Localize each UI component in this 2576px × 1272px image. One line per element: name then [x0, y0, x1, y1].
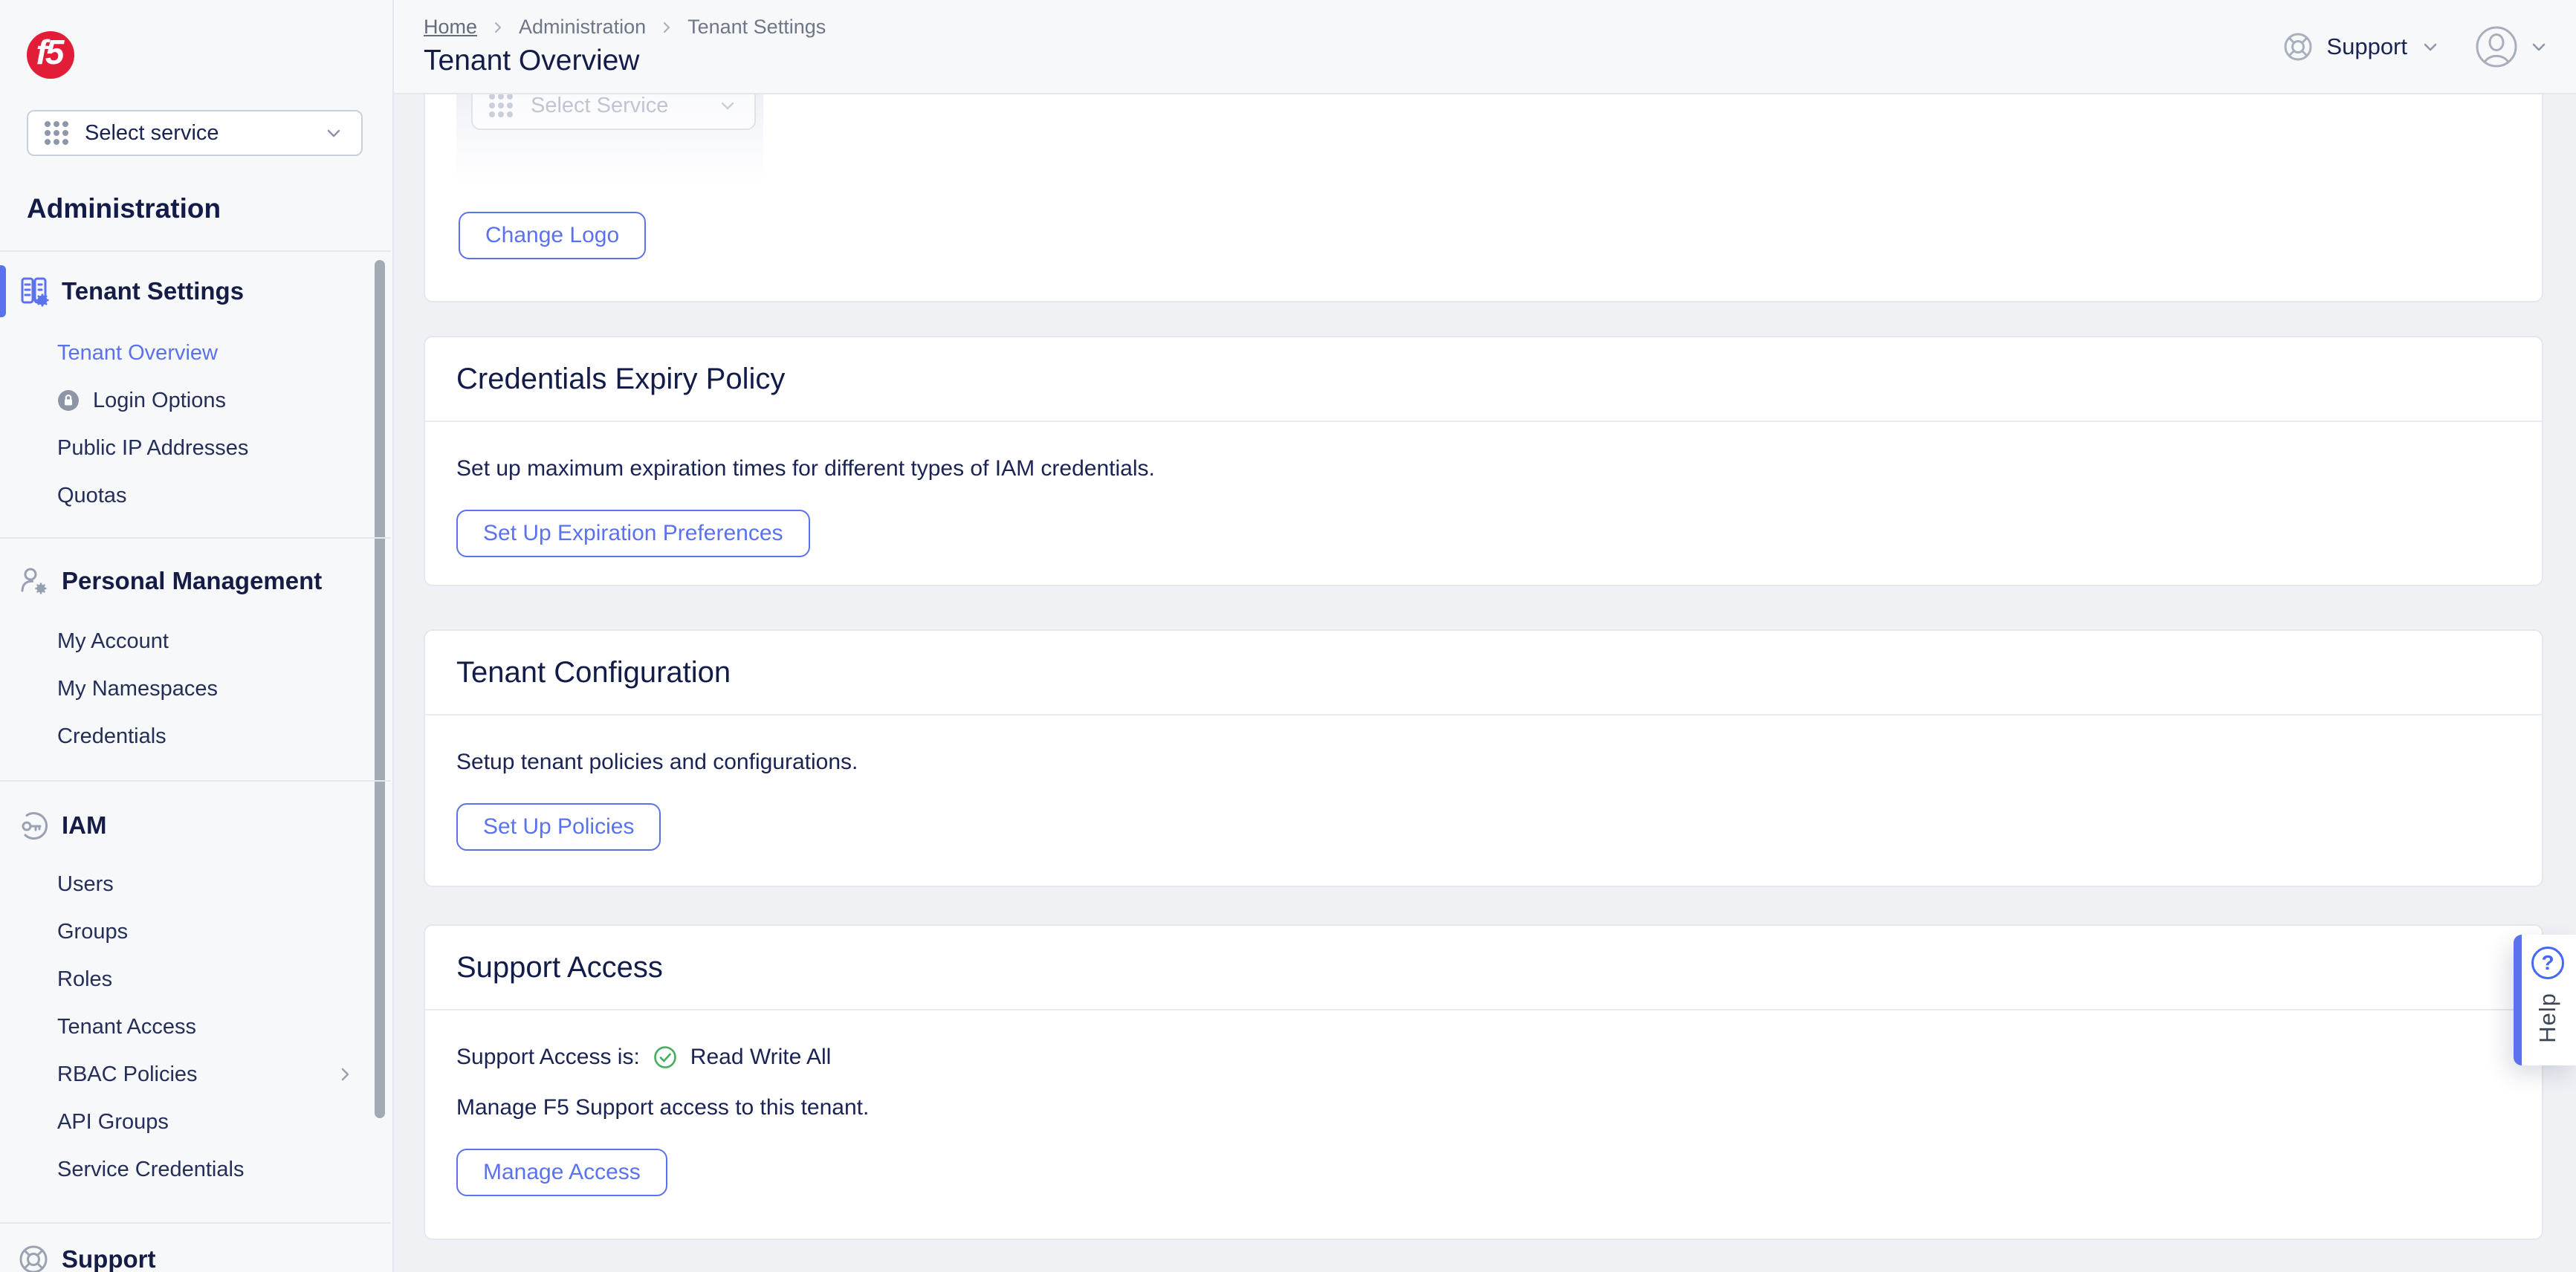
status-value: Read Write All [690, 1045, 832, 1069]
tenant-configuration-card: Tenant Configuration Setup tenant polici… [424, 629, 2543, 887]
sidebar-item-groups[interactable]: Groups [0, 908, 391, 955]
topbar-left: Home Administration Tenant Settings Tena… [424, 16, 826, 77]
card-title: Tenant Configuration [425, 631, 2542, 716]
account-menu[interactable] [2475, 25, 2549, 68]
sidebar-item-label: My Account [57, 629, 169, 653]
avatar-icon [2476, 26, 2517, 67]
sidebar-item-label: Users [57, 872, 114, 896]
chevron-down-icon [721, 102, 734, 110]
divider [0, 250, 391, 252]
breadcrumb-tenant-settings: Tenant Settings [687, 16, 826, 38]
topbar-right: Support [2282, 25, 2549, 68]
logo-preview-label: Select Service [531, 94, 669, 117]
breadcrumb: Home Administration Tenant Settings [424, 16, 826, 39]
service-select-label: Select service [85, 120, 219, 145]
help-tab[interactable]: ? Help [2514, 935, 2576, 1065]
check-circle-icon [653, 1046, 676, 1068]
support-menu[interactable]: Support [2282, 31, 2441, 62]
support-access-card: Support Access Support Access is: Read W… [424, 924, 2543, 1240]
logo-card: Select Service Change Logo [424, 94, 2543, 302]
chevron-down-icon [2424, 43, 2437, 51]
sidebar-item-label: Roles [57, 967, 113, 991]
sidebar-item-credentials[interactable]: Credentials [0, 713, 391, 760]
divider [0, 780, 391, 782]
topbar: Home Administration Tenant Settings Tena… [394, 0, 2576, 94]
chevron-right-icon [494, 22, 502, 33]
lifebuoy-icon [2284, 33, 2312, 60]
support-access-status-row: Support Access is: Read Write All [456, 1045, 2511, 1070]
sidebar-nav-title: Administration [27, 193, 221, 224]
page-title: Tenant Overview [424, 45, 640, 77]
sidebar-item-label: Tenant Access [57, 1014, 196, 1039]
grid-icon [45, 121, 68, 145]
credentials-expiry-card: Credentials Expiry Policy Set up maximum… [424, 336, 2543, 586]
sidebar-item-roles[interactable]: Roles [0, 955, 391, 1003]
card-title: Credentials Expiry Policy [425, 337, 2542, 422]
sidebar-section-label: IAM [62, 811, 107, 839]
chevron-down-icon [2532, 43, 2546, 51]
divider [0, 537, 391, 539]
support-menu-label: Support [2326, 33, 2407, 59]
sidebar-item-label: RBAC Policies [57, 1062, 198, 1086]
breadcrumb-administration[interactable]: Administration [519, 16, 646, 39]
sidebar-item-tenant-overview[interactable]: Tenant Overview [0, 329, 391, 377]
set-up-expiration-preferences-button[interactable]: Set Up Expiration Preferences [456, 510, 810, 557]
sidebar-section-iam[interactable]: IAM [0, 799, 391, 851]
service-select-dropdown[interactable]: Select service [27, 110, 363, 156]
manage-access-button[interactable]: Manage Access [456, 1149, 667, 1196]
f5-logo-text: f5 [36, 33, 65, 71]
sidebar-item-login-options[interactable]: Login Options [0, 377, 391, 424]
chevron-right-icon [334, 1064, 355, 1085]
sidebar-item-label: Quotas [57, 483, 127, 507]
sidebar-item-my-account[interactable]: My Account [0, 617, 391, 665]
sidebar-nav: Tenant Settings Tenant Overview Login Op… [0, 250, 391, 1272]
sidebar-item-public-ip-addresses[interactable]: Public IP Addresses [0, 424, 391, 472]
change-logo-button[interactable]: Change Logo [459, 212, 647, 259]
sidebar-item-tenant-access[interactable]: Tenant Access [0, 1003, 391, 1051]
chevron-down-icon [327, 129, 340, 137]
sidebar-item-quotas[interactable]: Quotas [0, 472, 391, 519]
card-title: Support Access [425, 926, 2542, 1010]
main-content: Select Service Change Logo Credentials E… [394, 94, 2576, 1272]
sidebar-section-support[interactable]: Support [0, 1233, 391, 1272]
sidebar-item-rbac-policies[interactable]: RBAC Policies [0, 1051, 391, 1098]
sidebar-section-tenant-settings[interactable]: Tenant Settings [0, 265, 391, 317]
card-description: Setup tenant policies and configurations… [456, 750, 858, 774]
card-description: Set up maximum expiration times for diff… [456, 456, 1155, 481]
logo-preview-select-service: Select Service [471, 94, 756, 130]
card-description: Manage F5 Support access to this tenant. [456, 1095, 870, 1120]
sidebar-item-label: Login Options [93, 388, 226, 412]
sidebar-item-label: Groups [57, 919, 129, 944]
sidebar-section-label: Support [62, 1245, 156, 1272]
sidebar-item-label: Public IP Addresses [57, 435, 249, 460]
sidebar-item-my-namespaces[interactable]: My Namespaces [0, 665, 391, 713]
chevron-right-icon [664, 22, 670, 33]
tenant-settings-icon [17, 275, 50, 308]
sidebar-section-label: Personal Management [62, 567, 323, 594]
help-tab-label: Help [2534, 993, 2560, 1043]
sidebar-item-label: My Namespaces [57, 676, 218, 701]
sidebar-item-label: Credentials [57, 724, 166, 748]
question-mark-icon: ? [2531, 947, 2564, 979]
sidebar-item-service-credentials[interactable]: Service Credentials [0, 1146, 391, 1193]
f5-logo[interactable]: f5 [27, 31, 74, 79]
status-label: Support Access is: [456, 1045, 640, 1069]
sidebar-section-label: Tenant Settings [62, 277, 245, 305]
lock-icon [57, 389, 80, 412]
breadcrumb-home-link[interactable]: Home [424, 16, 477, 39]
key-icon [17, 809, 50, 842]
set-up-policies-button[interactable]: Set Up Policies [456, 803, 661, 851]
sidebar-item-label: Service Credentials [57, 1157, 245, 1181]
sidebar: f5 Select service Administration Tenant … [0, 0, 394, 1272]
sidebar-item-label: API Groups [57, 1109, 169, 1134]
lifebuoy-icon [17, 1243, 50, 1272]
grid-icon [489, 94, 513, 117]
divider [0, 1222, 391, 1224]
sidebar-item-users[interactable]: Users [0, 860, 391, 908]
sidebar-section-personal-management[interactable]: Personal Management [0, 555, 391, 607]
person-gear-icon [17, 565, 50, 597]
sidebar-item-label: Tenant Overview [57, 340, 218, 365]
app-root: f5 Select service Administration Tenant … [0, 0, 2576, 1272]
sidebar-item-api-groups[interactable]: API Groups [0, 1098, 391, 1146]
